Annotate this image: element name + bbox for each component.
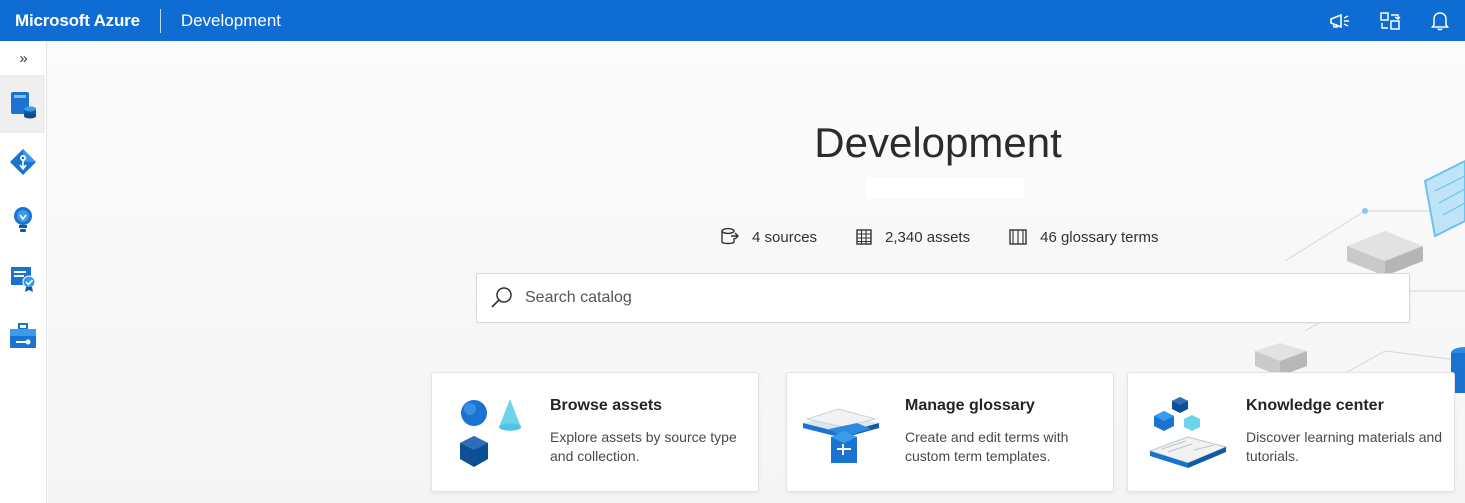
- left-rail: »: [0, 41, 47, 503]
- policy-icon[interactable]: [0, 249, 45, 307]
- card-manage-glossary[interactable]: Manage glossary Create and edit terms wi…: [786, 372, 1114, 492]
- stat-sources[interactable]: 4 sources: [720, 227, 817, 247]
- bell-icon[interactable]: [1427, 8, 1453, 34]
- sources-icon: [721, 227, 739, 245]
- card-description: Explore assets by source type and collec…: [550, 429, 737, 464]
- card-title: Knowledge center: [1246, 397, 1384, 414]
- assets-grid-icon: [856, 229, 872, 245]
- directory-switch-icon[interactable]: [1377, 8, 1403, 34]
- redacted-subtitle: [866, 177, 1024, 199]
- card-description: Create and edit terms with custom term t…: [905, 429, 1069, 464]
- expand-rail-button[interactable]: »: [0, 41, 47, 75]
- stat-glossary[interactable]: 46 glossary terms: [1008, 228, 1158, 246]
- stat-glossary-text: 46 glossary terms: [1040, 228, 1159, 246]
- top-bar: Microsoft Azure Development: [0, 0, 1465, 41]
- stat-assets[interactable]: 2,340 assets: [855, 228, 970, 246]
- search-input[interactable]: [525, 289, 1385, 307]
- card-description: Discover learning materials and tutorial…: [1246, 429, 1443, 464]
- book-icon: [1009, 229, 1027, 245]
- shapes-icon: [460, 399, 521, 467]
- top-actions: [1327, 0, 1453, 41]
- stats-bar: 4 sources 2,340 assets 46 glossary terms: [720, 227, 1196, 247]
- stat-sources-text: 4 sources: [752, 228, 818, 246]
- megaphone-icon[interactable]: [1327, 8, 1353, 34]
- context-name[interactable]: Development: [181, 11, 281, 31]
- card-title: Browse assets: [550, 397, 663, 414]
- card-knowledge-center[interactable]: Knowledge center Discover learning mater…: [1127, 372, 1455, 492]
- topbar-divider: [159, 8, 161, 33]
- data-map-icon[interactable]: [0, 75, 45, 133]
- search-box[interactable]: [476, 273, 1410, 323]
- management-icon[interactable]: [0, 307, 45, 365]
- glossary-book-icon: [803, 408, 879, 463]
- main-content: Development 4 sources 2,340 assets 46 gl…: [48, 41, 1465, 503]
- brand-name[interactable]: Microsoft Azure: [0, 11, 140, 31]
- card-browse-assets[interactable]: Browse assets Explore assets by source t…: [431, 372, 759, 492]
- card-title: Manage glossary: [905, 397, 1035, 414]
- search-icon: [491, 287, 512, 308]
- data-catalog-icon[interactable]: [0, 133, 45, 191]
- page-title: Development: [814, 119, 1062, 166]
- stat-assets-text: 2,340 assets: [885, 228, 971, 246]
- insights-icon[interactable]: [0, 191, 45, 249]
- knowledge-books-icon: [1148, 397, 1228, 468]
